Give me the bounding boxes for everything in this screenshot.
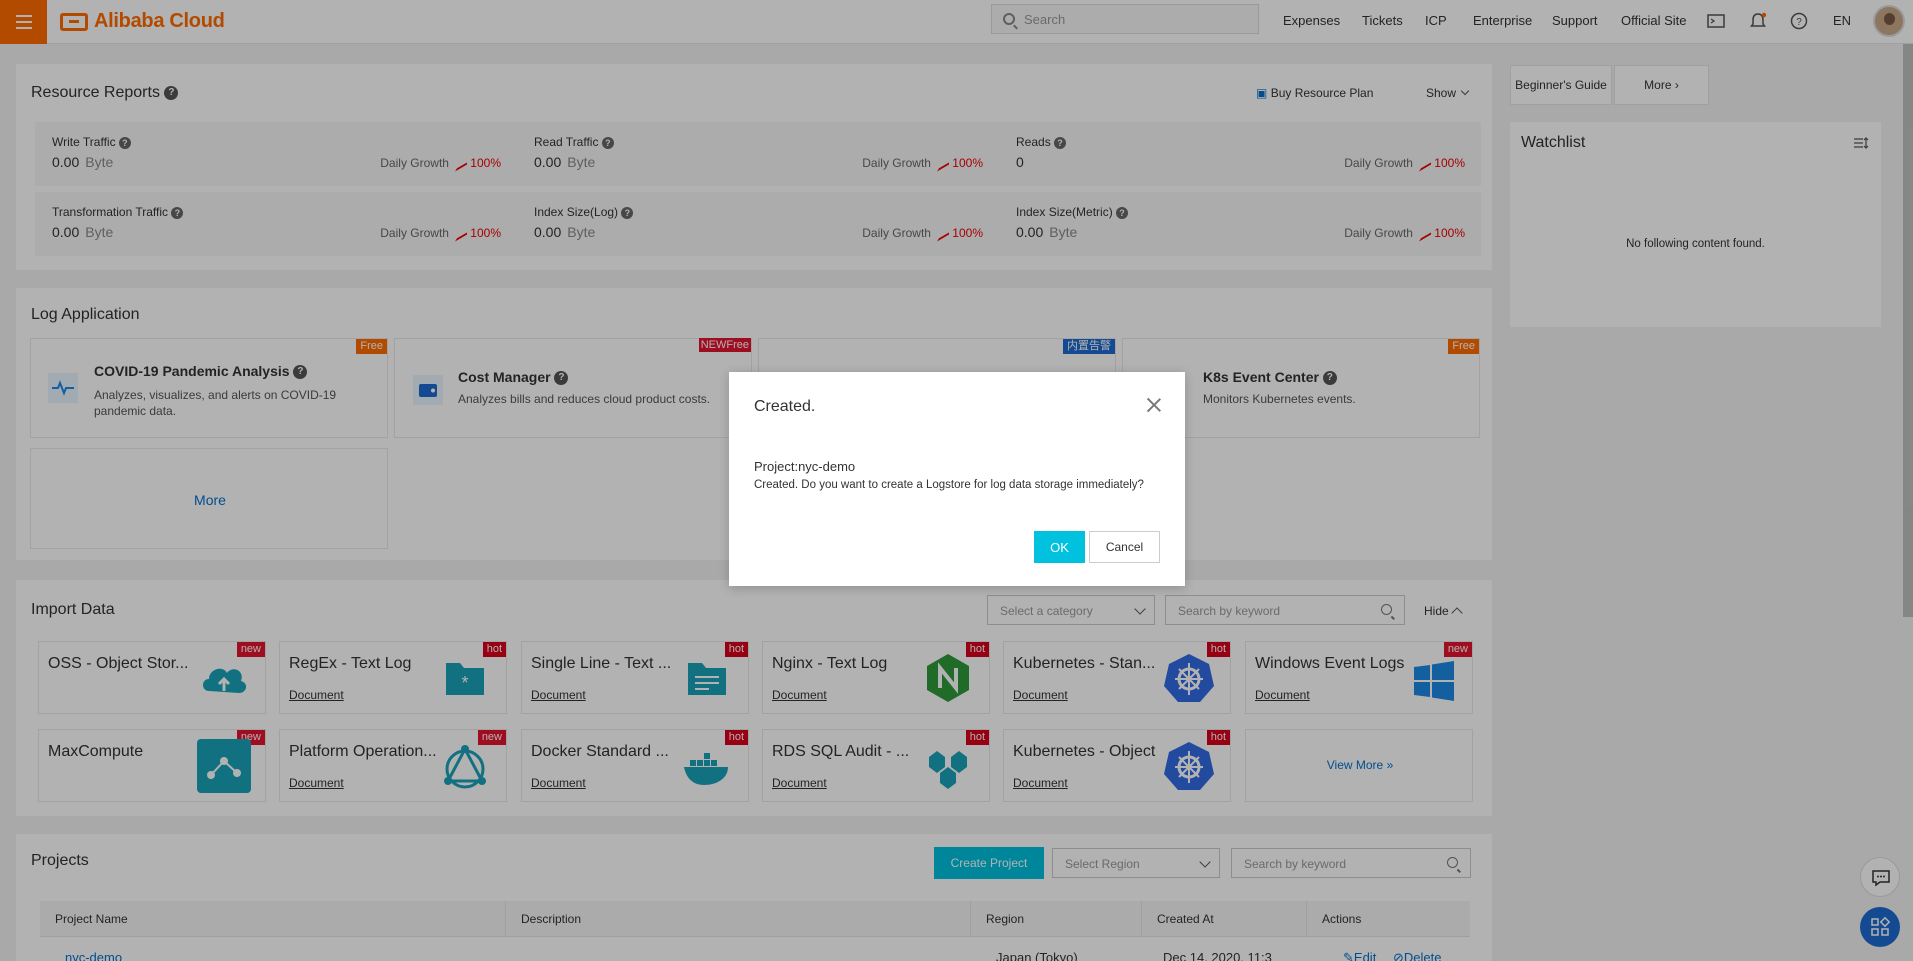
cancel-button[interactable]: Cancel xyxy=(1089,531,1160,563)
dialog-message: Created. Do you want to create a Logstor… xyxy=(754,479,1144,491)
created-dialog: Created. Project:nyc-demo Created. Do yo… xyxy=(729,372,1185,586)
dialog-title: Created. xyxy=(754,398,816,415)
dialog-project-line: Project:nyc-demo xyxy=(754,459,856,474)
ok-button[interactable]: OK xyxy=(1034,531,1085,563)
close-icon[interactable] xyxy=(1147,398,1161,412)
